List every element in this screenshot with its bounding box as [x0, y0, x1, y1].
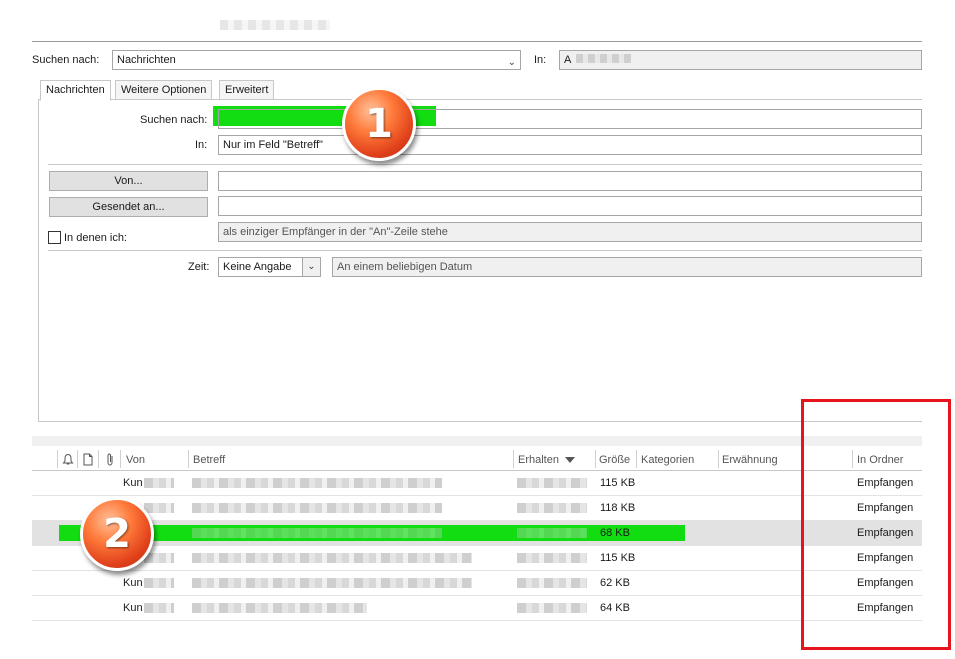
sent-to-button-label: Gesendet an... [92, 201, 165, 213]
column-separator [57, 450, 58, 468]
row-size: 68 KB [600, 527, 630, 539]
row-size: 64 KB [600, 602, 630, 614]
redacted-from [144, 478, 174, 488]
look-for-value: Nachrichten [117, 54, 176, 66]
column-separator [120, 450, 121, 468]
badge-number: 2 [103, 511, 131, 557]
table-row-selected[interactable]: 68 KB Empfangen [32, 521, 922, 546]
badge-number: 1 [365, 101, 393, 147]
row-from: Kun [123, 477, 143, 489]
look-for-select[interactable]: Nachrichten ⌄ [112, 50, 521, 70]
redacted-subject [192, 553, 472, 563]
divider [48, 164, 922, 165]
time-select[interactable]: Keine Angabe ⌄ [218, 257, 321, 277]
column-header-from[interactable]: Von [126, 452, 145, 468]
row-from: Kun [123, 602, 143, 614]
tab-label: Erweitert [225, 84, 269, 96]
from-button-label: Von... [114, 175, 143, 187]
in-field-value: Nur im Feld "Betreff" [223, 139, 323, 151]
annotation-badge-1: 1 [342, 87, 416, 161]
attachment-icon [107, 453, 113, 466]
column-header-mention[interactable]: Erwähnung [722, 452, 778, 468]
annotation-red-box [801, 399, 951, 650]
redacted-subject [192, 528, 442, 538]
date-value: An einem beliebigen Datum [337, 261, 473, 273]
column-separator [595, 450, 596, 468]
search-for-label: Suchen nach: [140, 114, 208, 126]
where-i-value: als einziger Empfänger in der "An"-Zeile… [223, 226, 448, 238]
row-size: 118 KB [600, 502, 636, 514]
redacted-subject [192, 478, 442, 488]
table-row[interactable]: 115 KB Empfangen [32, 546, 922, 571]
redacted-date [517, 503, 587, 513]
where-i-select[interactable]: als einziger Empfänger in der "An"-Zeile… [218, 222, 922, 242]
in-field-label: In: [195, 139, 208, 151]
in-folder-value: A [564, 54, 571, 66]
redacted-subject [192, 503, 442, 513]
time-label: Zeit: [188, 261, 210, 273]
redacted-subject [192, 603, 367, 613]
table-row[interactable]: Kun 115 KB Empfangen [32, 471, 922, 496]
window-title-redacted [220, 20, 330, 30]
redacted-from [144, 578, 174, 588]
look-for-label: Suchen nach: [32, 54, 100, 66]
redacted-date [517, 553, 587, 563]
tab-nachrichten[interactable]: Nachrichten [40, 80, 111, 101]
redacted-from [144, 553, 174, 563]
in-folder-field[interactable]: A [559, 50, 922, 70]
chevron-down-icon: ⌄ [507, 57, 516, 68]
where-i-label: In denen ich: [64, 232, 127, 244]
tab-weitere-optionen[interactable]: Weitere Optionen [115, 80, 213, 100]
row-size: 115 KB [600, 552, 636, 564]
tab-erweitert[interactable]: Erweitert [219, 80, 275, 100]
tab-label: Nachrichten [46, 84, 105, 96]
document-icon [83, 453, 93, 466]
redacted-subject [192, 578, 472, 588]
column-separator [77, 450, 78, 468]
redacted-folder [575, 54, 631, 63]
in-folder-label: In: [534, 54, 547, 66]
redacted-date [517, 578, 587, 588]
annotation-badge-2: 2 [80, 497, 154, 571]
reminder-bell-icon [62, 453, 74, 465]
tab-label: Weitere Optionen [121, 84, 207, 96]
from-input[interactable] [218, 171, 922, 191]
in-field-select[interactable]: Nur im Feld "Betreff" [218, 135, 922, 155]
results-separator [32, 436, 922, 446]
column-header-size[interactable]: Größe [599, 452, 630, 468]
column-header-categories[interactable]: Kategorien [641, 452, 694, 468]
redacted-date [517, 603, 587, 613]
row-size: 115 KB [600, 477, 636, 489]
redacted-date [517, 478, 587, 488]
row-size: 62 KB [600, 577, 630, 589]
top-divider [32, 41, 922, 42]
column-separator [513, 450, 514, 468]
column-separator [98, 450, 99, 468]
row-from: Kun [123, 577, 143, 589]
checkbox-icon[interactable] [48, 231, 61, 244]
table-row[interactable]: Kun 62 KB Empfangen [32, 571, 922, 596]
chevron-down-icon: ⌄ [302, 258, 320, 276]
table-row[interactable]: 118 KB Empfangen [32, 496, 922, 521]
column-separator [188, 450, 189, 468]
redacted-from [144, 503, 174, 513]
column-header-received-label: Erhalten [518, 454, 559, 466]
from-button[interactable]: Von... [49, 171, 208, 191]
table-row[interactable]: Kun 64 KB Empfangen [32, 596, 922, 621]
column-separator [636, 450, 637, 468]
sent-to-input[interactable] [218, 196, 922, 216]
divider [48, 250, 922, 251]
date-select[interactable]: An einem beliebigen Datum [332, 257, 922, 277]
column-header-received[interactable]: Erhalten [518, 452, 576, 468]
redacted-date [517, 528, 587, 538]
column-header-subject[interactable]: Betreff [193, 452, 225, 468]
column-separator [718, 450, 719, 468]
sent-to-button[interactable]: Gesendet an... [49, 197, 208, 217]
search-for-input[interactable] [218, 109, 922, 129]
redacted-from [144, 603, 174, 613]
time-value: Keine Angabe [223, 261, 292, 273]
sort-descending-icon [565, 457, 576, 464]
